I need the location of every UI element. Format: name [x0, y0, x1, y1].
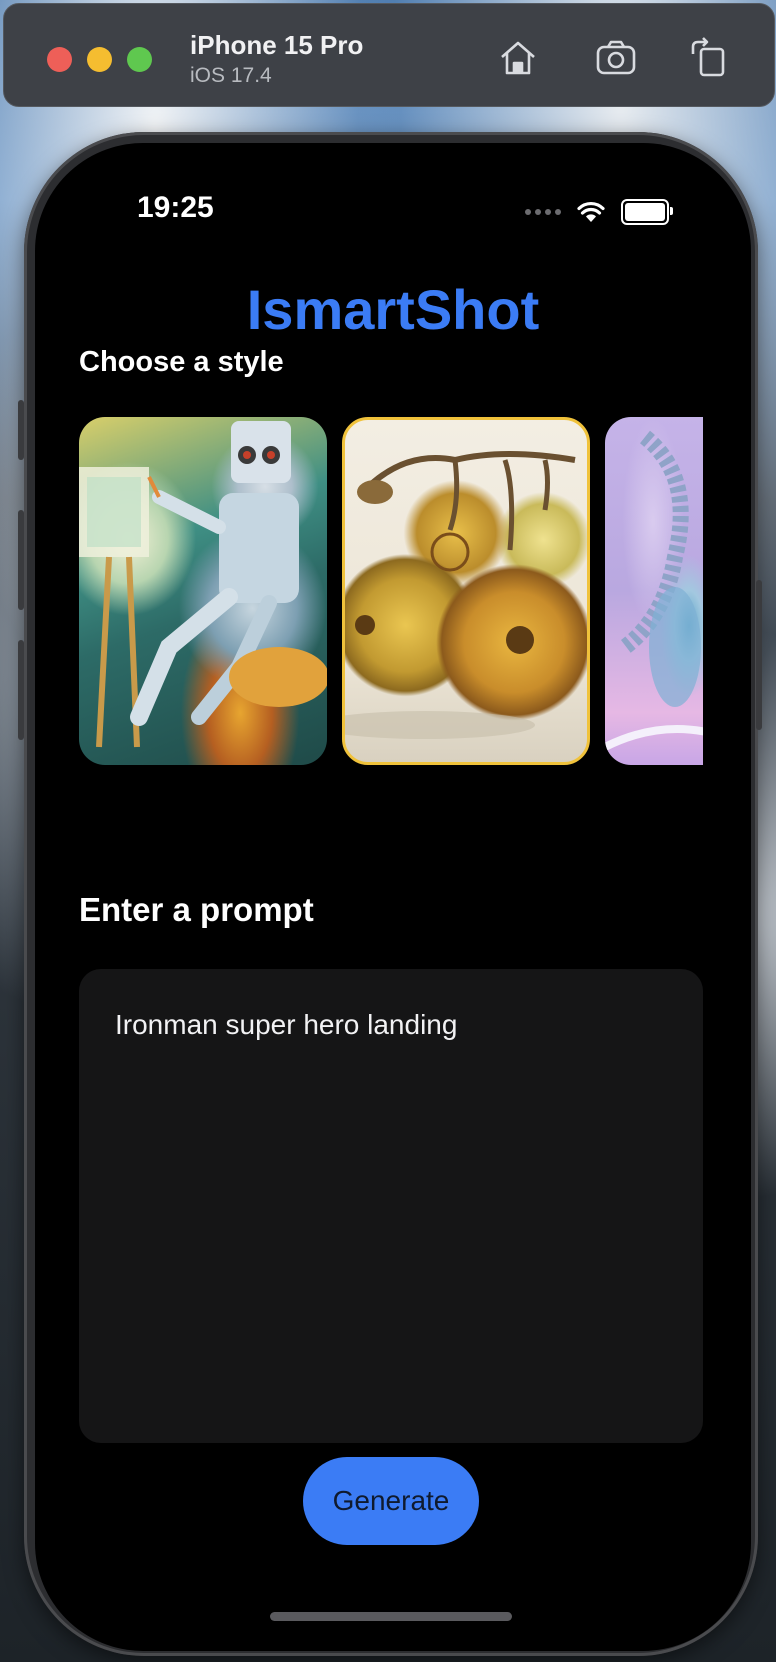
prompt-input[interactable]: Ironman super hero landing: [79, 969, 703, 1443]
style-option-robot-painter[interactable]: [79, 417, 327, 765]
rotate-icon[interactable]: [684, 34, 732, 82]
close-window-button[interactable]: [47, 47, 72, 72]
style-option-fruit-still-life[interactable]: [342, 417, 590, 765]
device-name: iPhone 15 Pro: [190, 30, 364, 60]
power-button: [756, 580, 762, 730]
style-carousel[interactable]: [79, 417, 703, 767]
minimize-window-button[interactable]: [87, 47, 112, 72]
fruit-still-life-image: [345, 451, 576, 739]
abstract-glass-image: [605, 430, 703, 751]
camera-icon[interactable]: [592, 34, 640, 82]
choose-style-heading: Choose a style: [79, 346, 284, 378]
device-os-version: iOS 17.4: [190, 64, 272, 87]
signal-dots-icon: [525, 209, 561, 215]
battery-icon: [621, 199, 673, 225]
robot-painter-image: [79, 421, 327, 748]
home-icon[interactable]: [494, 34, 542, 82]
zoom-window-button[interactable]: [127, 47, 152, 72]
enter-prompt-heading: Enter a prompt: [79, 891, 314, 928]
phone-screen: 19:25 IsmartShot Choose a style Enter a …: [35, 143, 751, 1651]
generate-button[interactable]: Generate: [303, 1457, 479, 1545]
action-button: [18, 400, 24, 460]
home-indicator[interactable]: [270, 1612, 512, 1621]
wifi-icon: [577, 201, 605, 222]
app-title: IsmartShot: [246, 278, 540, 341]
style-option-abstract-glass[interactable]: [605, 417, 703, 765]
volume-up-button: [18, 510, 24, 610]
status-time: 19:25: [137, 191, 214, 224]
simulator-toolbar: iPhone 15 Pro iOS 17.4: [3, 3, 775, 107]
volume-down-button: [18, 640, 24, 740]
status-indicators: [525, 199, 673, 225]
